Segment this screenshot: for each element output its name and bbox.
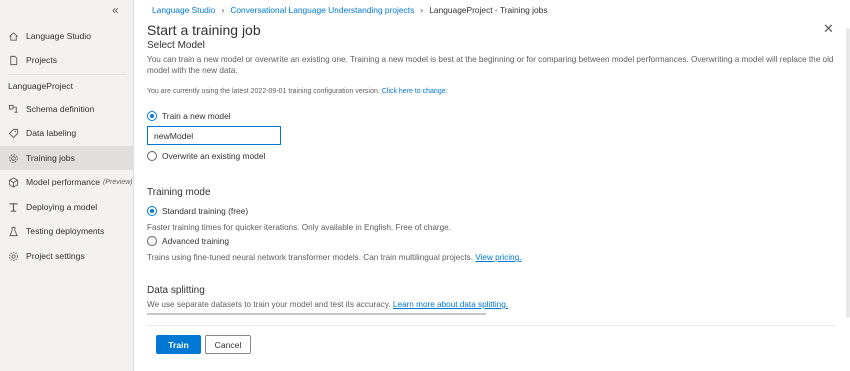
sidebar-item-schema-definition[interactable]: Schema definition [0, 97, 134, 121]
breadcrumb: Language Studio › Conversational Languag… [152, 5, 548, 15]
cancel-button[interactable]: Cancel [205, 335, 251, 354]
schema-icon [0, 104, 26, 115]
footer-divider [147, 325, 835, 326]
radio-unselected-icon [147, 151, 157, 161]
learn-more-data-splitting-link[interactable]: Learn more about data splitting. [393, 300, 508, 309]
advanced-training-text: Trains using fine-tuned neural network t… [147, 253, 473, 262]
data-splitting-description: We use separate datasets to train your m… [147, 299, 508, 310]
data-splitting-heading: Data splitting [147, 285, 205, 296]
sidebar-item-label: Training jobs [26, 153, 75, 163]
document-icon [0, 55, 26, 66]
change-config-link[interactable]: Click here to change. [382, 88, 448, 95]
radio-selected-icon [147, 206, 157, 216]
select-model-description: You can train a new model or overwrite a… [147, 55, 834, 75]
cube-icon [0, 176, 26, 188]
data-splitting-text: We use separate datasets to train your m… [147, 300, 391, 309]
deploy-icon [0, 202, 26, 213]
train-button[interactable]: Train [156, 335, 201, 354]
preview-tag: (Preview) [103, 178, 133, 186]
sidebar-item-projects[interactable]: Projects [0, 48, 134, 72]
select-model-heading: Select Model [147, 40, 205, 51]
sidebar-item-deploying-a-model[interactable]: Deploying a model [0, 195, 134, 219]
sidebar-item-label: Schema definition [26, 104, 95, 114]
panel-title: Start a training job [147, 22, 261, 38]
breadcrumb-current: LanguageProject - Training jobs [429, 5, 548, 15]
sidebar-item-model-performance[interactable]: Model performance (Preview) [0, 170, 134, 194]
sidebar-item-label: Project settings [26, 251, 85, 261]
advanced-training-radio[interactable]: Advanced training [147, 236, 229, 246]
standard-training-description: Faster training times for quicker iterat… [147, 223, 451, 232]
sidebar-item-testing-deployments[interactable]: Testing deployments [0, 219, 134, 243]
breadcrumb-clu-projects[interactable]: Conversational Language Understanding pr… [230, 5, 414, 15]
flask-icon [0, 226, 26, 237]
close-icon[interactable]: ✕ [823, 21, 834, 37]
chevron-right-icon: › [221, 5, 225, 15]
tag-icon [0, 128, 26, 139]
scrollbar[interactable] [846, 28, 850, 318]
sidebar-item-label: Projects [26, 55, 58, 65]
divider [8, 74, 126, 75]
sidebar-item-project-settings[interactable]: Project settings [0, 244, 134, 268]
sidebar-item-language-studio[interactable]: Language Studio [0, 24, 134, 48]
advanced-training-description: Trains using fine-tuned neural network t… [147, 252, 522, 263]
training-mode-heading: Training mode [147, 187, 211, 198]
sidebar-item-label: Deploying a model [26, 202, 98, 212]
sidebar-item-label: Model performance [26, 177, 101, 187]
view-pricing-link[interactable]: View pricing. [475, 253, 521, 262]
sidebar: « Language Studio Projects LanguageProje… [0, 0, 134, 371]
project-name: LanguageProject [8, 81, 73, 91]
data-splitting-control[interactable] [147, 313, 486, 315]
model-name-input[interactable] [147, 126, 281, 145]
sidebar-item-label: Data labeling [26, 128, 77, 138]
overwrite-model-radio[interactable]: Overwrite an existing model [147, 151, 265, 161]
radio-label: Overwrite an existing model [162, 151, 266, 161]
radio-unselected-icon [147, 236, 157, 246]
radio-label: Standard training (free) [162, 206, 249, 216]
settings-icon [0, 251, 26, 262]
gear-icon [0, 153, 26, 164]
chevron-right-icon: › [420, 5, 424, 15]
sidebar-item-label: Testing deployments [26, 226, 105, 236]
standard-training-radio[interactable]: Standard training (free) [147, 206, 248, 216]
sidebar-item-data-labeling[interactable]: Data labeling [0, 121, 134, 145]
sidebar-item-training-jobs[interactable]: Training jobs [0, 146, 134, 170]
double-chevron-left-icon[interactable]: « [112, 3, 119, 17]
config-note-text: You are currently using the latest 2022-… [147, 88, 380, 95]
radio-selected-icon [147, 111, 157, 121]
breadcrumb-language-studio[interactable]: Language Studio [152, 5, 215, 15]
home-icon [0, 31, 26, 42]
radio-label: Advanced training [162, 236, 230, 246]
train-new-model-radio[interactable]: Train a new model [147, 111, 231, 121]
radio-label: Train a new model [162, 111, 231, 121]
config-note: You are currently using the latest 2022-… [147, 86, 448, 97]
sidebar-item-label: Language Studio [26, 31, 91, 41]
